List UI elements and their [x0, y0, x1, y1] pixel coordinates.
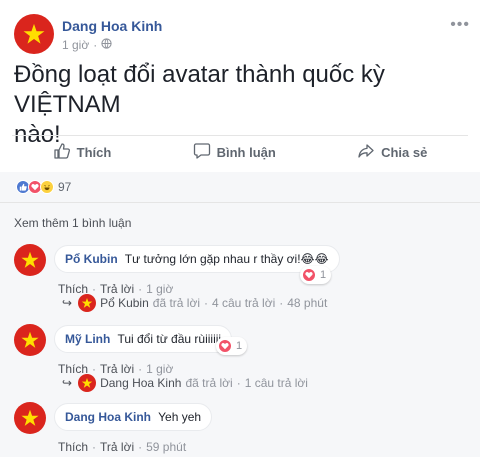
- author-avatar[interactable]: [14, 14, 54, 54]
- comment-bubble: Pổ Kubin Tư tưởng lớn gặp nhau r thầy ơi…: [54, 245, 340, 273]
- replier-avatar: [78, 374, 97, 392]
- commenter-avatar[interactable]: [14, 244, 46, 276]
- reply-action: đã trả lời: [152, 296, 200, 310]
- comment-reactions[interactable]: 1: [216, 337, 248, 355]
- meta-separator: ·: [93, 38, 98, 52]
- post-header: Dang Hoa Kinh 1 giờ · •••: [14, 14, 474, 54]
- reply-count: 1 câu trả lời: [244, 376, 308, 390]
- divider: [0, 202, 480, 203]
- comment-time[interactable]: 59 phút: [146, 440, 186, 454]
- comment-text: Tui đổi từ đầu rùiiiiii: [117, 332, 222, 346]
- reply-summary[interactable]: ↪ Dang Hoa Kinh đã trả lời · 1 câu trả l…: [62, 374, 308, 392]
- like-label: Thích: [76, 144, 112, 160]
- link-separator: ·: [279, 296, 284, 310]
- replier-name: Dang Hoa Kinh: [100, 376, 182, 390]
- comment-label: Bình luận: [216, 144, 276, 160]
- link-separator: ·: [138, 440, 143, 454]
- comment-reaction-count: 1: [320, 269, 327, 281]
- comment-text: Tư tưởng lớn gặp nhau r thầy ơi!😂😂: [124, 252, 329, 266]
- reply-arrow-icon: ↪: [62, 296, 73, 310]
- reply-count: 4 câu trả lời: [212, 296, 276, 310]
- share-button[interactable]: Chia sẻ: [357, 142, 427, 163]
- comment-button[interactable]: Bình luận: [193, 142, 276, 163]
- comment-like-link[interactable]: Thích: [58, 440, 88, 454]
- haha-reaction-icon: [40, 180, 54, 194]
- globe-icon: [101, 38, 112, 52]
- post-time[interactable]: 1 giờ: [62, 38, 89, 52]
- post-meta: 1 giờ ·: [62, 38, 112, 52]
- comment-reply-link[interactable]: Trả lời: [100, 440, 134, 454]
- share-arrow-icon: [357, 142, 375, 163]
- comment-bubble-icon: [193, 142, 211, 163]
- share-label: Chia sẻ: [381, 144, 428, 160]
- reply-time: 48 phút: [287, 296, 328, 310]
- commenter-name[interactable]: Pổ Kubin: [65, 252, 118, 266]
- thumbs-up-icon: [53, 142, 71, 163]
- reply-summary[interactable]: ↪ Pổ Kubin đã trả lời · 4 câu trả lời · …: [62, 294, 327, 312]
- reaction-icons: [16, 180, 54, 194]
- post-text-line-1: Đồng loạt đổi avatar thành quốc kỳ VIỆTN…: [14, 61, 385, 118]
- comment-text: Yeh yeh: [158, 410, 202, 424]
- reactions-summary[interactable]: 97: [0, 172, 480, 202]
- commenter-avatar[interactable]: [14, 324, 46, 356]
- comment-reaction-count: 1: [236, 340, 243, 352]
- more-options-icon[interactable]: •••: [450, 16, 470, 34]
- link-separator: ·: [204, 296, 208, 310]
- link-separator: ·: [236, 376, 241, 390]
- post-actions: Thích Bình luận Chia sẻ: [12, 136, 468, 168]
- view-more-comments-link[interactable]: Xem thêm 1 bình luận: [14, 216, 131, 230]
- commenter-avatar[interactable]: [14, 402, 46, 434]
- reply-arrow-icon: ↪: [62, 376, 73, 390]
- like-button[interactable]: Thích: [53, 142, 112, 163]
- commenter-name[interactable]: Dang Hoa Kinh: [65, 410, 151, 424]
- replier-avatar: [78, 294, 97, 312]
- comments-area: Xem thêm 1 bình luận Pổ Kubin Tư tưởng l…: [0, 202, 480, 457]
- comment-bubble: Dang Hoa Kinh Yeh yeh: [54, 403, 213, 431]
- replier-name: Pổ Kubin: [100, 296, 149, 310]
- reply-action: đã trả lời: [185, 376, 233, 390]
- comment-links: Thích · Trả lời · 59 phút: [58, 440, 186, 454]
- link-separator: ·: [92, 440, 97, 454]
- love-reaction-icon: [218, 339, 232, 353]
- comment-reactions[interactable]: 1: [300, 266, 332, 284]
- author-name[interactable]: Dang Hoa Kinh: [62, 18, 162, 34]
- comment-bubble: Mỹ Linh Tui đổi từ đầu rùiiiiii: [54, 325, 233, 353]
- love-reaction-icon: [302, 268, 316, 282]
- commenter-name[interactable]: Mỹ Linh: [65, 332, 110, 346]
- reaction-count: 97: [58, 180, 72, 194]
